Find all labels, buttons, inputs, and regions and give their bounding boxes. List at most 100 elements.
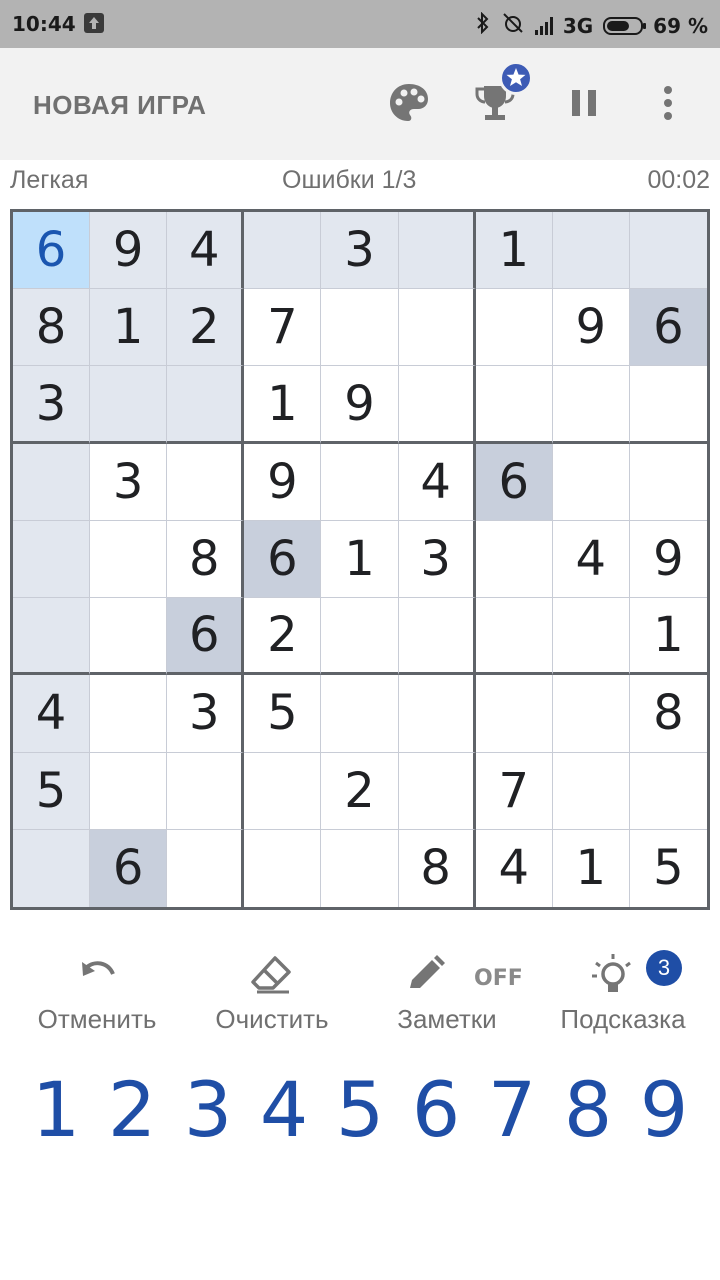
- cell-r2-c8[interactable]: 9: [552, 289, 630, 367]
- cell-r7-c1[interactable]: 4: [13, 675, 91, 753]
- cell-r1-c1[interactable]: 6: [13, 212, 91, 290]
- cell-r5-c7[interactable]: [475, 520, 553, 599]
- cell-r7-c5[interactable]: [321, 675, 399, 753]
- cell-r2-c2[interactable]: 1: [90, 289, 168, 367]
- cell-r6-c7[interactable]: [475, 598, 553, 676]
- cell-r8-c2[interactable]: [90, 752, 168, 830]
- cell-r9-c9[interactable]: 5: [630, 830, 707, 907]
- cell-r1-c7[interactable]: 1: [475, 212, 553, 290]
- cell-r7-c3[interactable]: 3: [167, 675, 245, 753]
- cell-r4-c3[interactable]: [167, 443, 245, 521]
- cell-r4-c6[interactable]: 4: [398, 443, 476, 521]
- cell-r6-c9[interactable]: 1: [629, 598, 707, 676]
- app-bar: НОВАЯ ИГРА: [0, 48, 720, 160]
- cell-r2-c1[interactable]: 8: [13, 289, 91, 367]
- hint-button[interactable]: 3 Подсказка: [550, 950, 696, 1040]
- number-button-3[interactable]: 3: [170, 1065, 246, 1155]
- number-button-4[interactable]: 4: [246, 1065, 322, 1155]
- cell-r8-c4[interactable]: [244, 752, 322, 830]
- cell-r8-c5[interactable]: 2: [321, 752, 399, 830]
- cell-r6-c4[interactable]: 2: [244, 598, 322, 676]
- cell-r5-c1[interactable]: [13, 520, 91, 599]
- cell-r4-c9[interactable]: [629, 444, 707, 521]
- cell-r4-c8[interactable]: [552, 443, 630, 521]
- cell-r2-c6[interactable]: [398, 289, 476, 367]
- cell-r1-c8[interactable]: [552, 212, 630, 290]
- cell-r1-c4[interactable]: [244, 212, 322, 290]
- number-button-7[interactable]: 7: [474, 1065, 550, 1155]
- cell-r9-c7[interactable]: 4: [476, 829, 553, 907]
- cell-r5-c5[interactable]: 1: [321, 520, 399, 599]
- undo-button[interactable]: Отменить: [24, 950, 170, 1040]
- cell-r8-c1[interactable]: 5: [13, 752, 91, 830]
- cell-r6-c8[interactable]: [552, 598, 630, 676]
- cell-r5-c9[interactable]: 9: [629, 521, 707, 599]
- cell-r4-c4[interactable]: 9: [244, 443, 322, 521]
- cell-r8-c7[interactable]: 7: [475, 752, 553, 830]
- cell-r5-c4[interactable]: 6: [244, 520, 322, 599]
- cell-r8-c8[interactable]: [552, 752, 630, 830]
- mistakes-counter: Ошибки 1/3: [282, 166, 417, 194]
- cell-r7-c9[interactable]: 8: [629, 675, 707, 753]
- cell-r9-c3[interactable]: [167, 829, 245, 907]
- cell-r3-c3[interactable]: [167, 366, 245, 444]
- cell-r4-c2[interactable]: 3: [90, 443, 168, 521]
- cell-r1-c3[interactable]: 4: [167, 212, 245, 290]
- new-game-button[interactable]: НОВАЯ ИГРА: [33, 90, 206, 121]
- cell-r3-c5[interactable]: 9: [321, 366, 399, 444]
- cell-r3-c7[interactable]: [475, 366, 553, 444]
- cell-r7-c2[interactable]: [90, 675, 168, 753]
- cell-r1-c2[interactable]: 9: [90, 212, 168, 290]
- cell-r7-c6[interactable]: [398, 675, 476, 753]
- number-button-5[interactable]: 5: [322, 1065, 398, 1155]
- cell-r7-c8[interactable]: [552, 675, 630, 753]
- cell-r8-c9[interactable]: [629, 753, 707, 830]
- number-button-8[interactable]: 8: [550, 1065, 626, 1155]
- cell-r3-c9[interactable]: [629, 366, 707, 444]
- pause-icon[interactable]: [559, 78, 609, 128]
- cell-r2-c3[interactable]: 2: [167, 289, 245, 367]
- cell-r1-c5[interactable]: 3: [321, 212, 399, 290]
- cell-r6-c5[interactable]: [321, 598, 399, 676]
- number-button-6[interactable]: 6: [398, 1065, 474, 1155]
- cell-r1-c9[interactable]: [629, 212, 707, 290]
- cell-r7-c4[interactable]: 5: [244, 675, 322, 753]
- palette-icon[interactable]: [384, 78, 434, 128]
- cell-r3-c1[interactable]: 3: [13, 366, 91, 444]
- cell-r9-c5[interactable]: [321, 829, 399, 907]
- cell-r9-c8[interactable]: 1: [553, 829, 630, 907]
- cell-r3-c6[interactable]: [398, 366, 476, 444]
- number-button-2[interactable]: 2: [94, 1065, 170, 1155]
- cell-r6-c2[interactable]: [90, 598, 168, 676]
- cell-r8-c3[interactable]: [167, 752, 245, 830]
- cell-r3-c2[interactable]: [90, 366, 168, 444]
- cell-r2-c5[interactable]: [321, 289, 399, 367]
- cell-r5-c6[interactable]: 3: [398, 520, 476, 599]
- cell-r5-c8[interactable]: 4: [552, 520, 630, 599]
- cell-r6-c6[interactable]: [398, 598, 476, 676]
- cell-r4-c5[interactable]: [321, 443, 399, 521]
- number-button-1[interactable]: 1: [18, 1065, 94, 1155]
- cell-r6-c1[interactable]: [13, 598, 91, 676]
- cell-r4-c7[interactable]: 6: [475, 443, 553, 521]
- cell-r9-c1[interactable]: [13, 829, 91, 907]
- cell-r7-c7[interactable]: [475, 675, 553, 753]
- cell-r5-c2[interactable]: [90, 520, 168, 599]
- cell-r9-c2[interactable]: 6: [90, 829, 168, 907]
- cell-r1-c6[interactable]: [398, 212, 476, 290]
- cell-r4-c1[interactable]: [13, 443, 91, 521]
- cell-r5-c3[interactable]: 8: [167, 520, 245, 599]
- cell-r3-c4[interactable]: 1: [244, 366, 322, 444]
- cell-r2-c7[interactable]: [475, 289, 553, 367]
- number-button-9[interactable]: 9: [626, 1065, 702, 1155]
- cell-r6-c3[interactable]: 6: [167, 598, 245, 676]
- notes-toggle[interactable]: OFF Заметки: [382, 950, 523, 1040]
- cell-r8-c6[interactable]: [398, 752, 476, 830]
- cell-r9-c4[interactable]: [244, 829, 322, 907]
- cell-r9-c6[interactable]: 8: [399, 829, 476, 907]
- erase-button[interactable]: Очистить: [202, 950, 342, 1040]
- cell-r2-c4[interactable]: 7: [244, 289, 322, 367]
- cell-r3-c8[interactable]: [552, 366, 630, 444]
- cell-r2-c9[interactable]: 6: [629, 289, 707, 367]
- more-vert-icon[interactable]: [643, 78, 693, 128]
